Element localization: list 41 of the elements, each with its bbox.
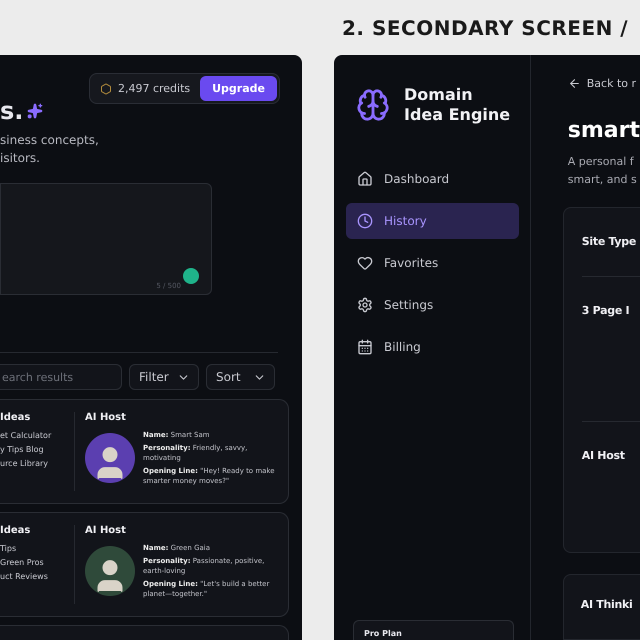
section-heading: 2. SECONDARY SCREEN / <box>341 14 630 42</box>
detail-label: 3 Page I <box>582 304 630 317</box>
idea-item: Green Pros <box>0 558 45 567</box>
nav-item[interactable]: Billing <box>346 329 519 365</box>
nav-item[interactable]: History <box>346 203 519 239</box>
home-icon <box>357 171 373 187</box>
idea-item: et Calculator <box>0 431 52 440</box>
idea-item: urce Library <box>0 459 50 468</box>
domain-title: smart <box>568 118 640 143</box>
arrow-left-icon <box>568 77 581 90</box>
detail-label: Site Type <box>582 235 636 248</box>
detail-label: AI Host <box>582 449 625 462</box>
nav-item[interactable]: Settings <box>346 287 519 323</box>
ideas-heading: Ideas <box>0 525 32 536</box>
nav-item[interactable]: Dashboard <box>346 161 519 197</box>
domain-description: A personal f smart, and s <box>568 154 638 188</box>
host-heading: AI Host <box>85 525 127 536</box>
idea-item: Tips <box>0 544 18 553</box>
back-link[interactable]: Back to r <box>568 77 640 90</box>
clock-icon <box>357 213 373 229</box>
brain-icon <box>356 88 390 122</box>
page-title: s. <box>0 97 24 125</box>
idea-item: y Tips Blog <box>0 445 45 454</box>
page-subtitle: siness concepts, isitors. <box>0 132 100 167</box>
thinking-heading: AI Thinki <box>580 598 633 611</box>
host-heading: AI Host <box>85 412 127 423</box>
upgrade-button[interactable]: Upgrade <box>200 76 277 101</box>
gem-icon <box>100 82 112 94</box>
credits-count: 2,497 credits <box>118 82 190 95</box>
app-name: Domain Idea Engine <box>404 85 510 125</box>
sparkle-icon <box>27 103 44 119</box>
idea-item: uct Reviews <box>0 572 49 581</box>
settings-icon <box>357 297 373 313</box>
nav-item[interactable]: Favorites <box>346 245 519 281</box>
filter-dropdown[interactable]: Filter <box>129 364 199 390</box>
sort-dropdown[interactable]: Sort <box>206 364 275 390</box>
search-field[interactable]: earch results <box>0 364 122 390</box>
ideas-heading: Ideas <box>0 412 32 423</box>
calendar-icon <box>357 339 373 355</box>
heart-icon <box>357 255 373 271</box>
plan-card: Pro Plan <box>353 620 514 640</box>
